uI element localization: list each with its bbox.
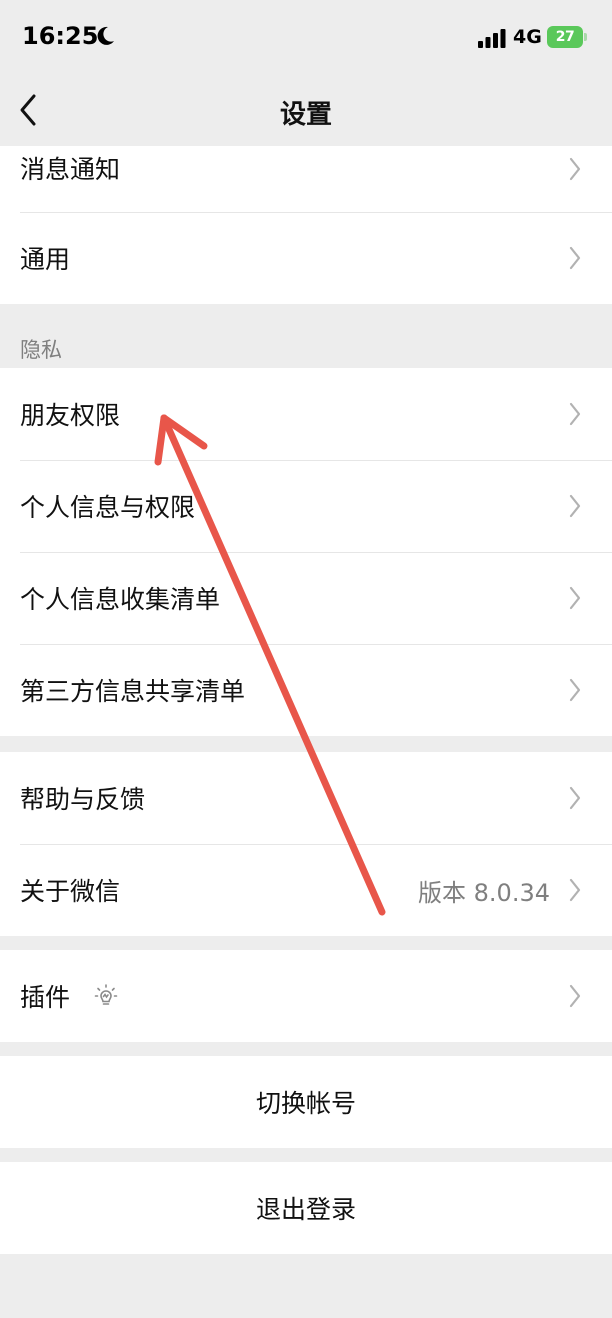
signal-icon bbox=[478, 29, 506, 48]
list-item-info-collection-list[interactable]: 个人信息收集清单 bbox=[0, 552, 612, 644]
switch-account-button[interactable]: 切换帐号 bbox=[0, 1056, 612, 1148]
list-item-about-wechat[interactable]: 关于微信 版本 8.0.34 bbox=[0, 844, 612, 936]
row-label: 插件 bbox=[20, 983, 71, 1012]
nav-bar: 设置 bbox=[0, 78, 612, 146]
list-item-third-party-sharing-list[interactable]: 第三方信息共享清单 bbox=[0, 644, 612, 736]
chevron-right-icon bbox=[569, 402, 581, 426]
logout-label: 退出登录 bbox=[255, 1195, 356, 1224]
settings-screen: 16:25 4G 27 设置 消息通知 通用 隐私 朋友权限 个人信息与权限 个… bbox=[0, 0, 612, 1318]
chevron-right-icon bbox=[569, 878, 581, 902]
general-group: 消息通知 通用 bbox=[0, 146, 612, 304]
row-label: 个人信息与权限 bbox=[20, 493, 196, 522]
about-group: 帮助与反馈 关于微信 版本 8.0.34 bbox=[0, 752, 612, 936]
row-label: 帮助与反馈 bbox=[20, 785, 146, 814]
plugins-group: 插件 bbox=[0, 950, 612, 1042]
chevron-right-icon bbox=[569, 586, 581, 610]
row-label: 个人信息收集清单 bbox=[20, 585, 221, 614]
moon-icon bbox=[97, 26, 114, 45]
switch-account-label: 切换帐号 bbox=[255, 1089, 356, 1118]
battery-nub bbox=[584, 33, 587, 41]
row-label: 关于微信 bbox=[20, 877, 121, 906]
chevron-right-icon bbox=[569, 494, 581, 518]
battery-icon: 27 bbox=[547, 26, 587, 48]
status-bar: 16:25 4G 27 bbox=[0, 0, 612, 78]
list-item-plugins[interactable]: 插件 bbox=[0, 950, 612, 1042]
section-header-privacy: 隐私 bbox=[20, 338, 62, 362]
status-time: 16:25 bbox=[22, 22, 99, 50]
row-label: 通用 bbox=[20, 245, 71, 274]
page-title: 设置 bbox=[279, 100, 332, 130]
list-item-friend-permissions[interactable]: 朋友权限 bbox=[0, 368, 612, 460]
version-value: 版本 8.0.34 bbox=[418, 878, 550, 907]
chevron-right-icon bbox=[569, 157, 581, 181]
row-label: 第三方信息共享清单 bbox=[20, 677, 246, 706]
row-label: 消息通知 bbox=[20, 155, 121, 184]
list-item-general[interactable]: 通用 bbox=[0, 212, 612, 304]
lightbulb-icon bbox=[94, 984, 118, 1005]
chevron-right-icon bbox=[569, 246, 581, 270]
row-label: 朋友权限 bbox=[20, 401, 121, 430]
privacy-group: 朋友权限 个人信息与权限 个人信息收集清单 第三方信息共享清单 bbox=[0, 368, 612, 736]
network-label: 4G bbox=[513, 26, 542, 48]
chevron-right-icon bbox=[569, 786, 581, 810]
battery-level: 27 bbox=[555, 29, 575, 45]
battery-body: 27 bbox=[547, 26, 583, 48]
logout-button[interactable]: 退出登录 bbox=[0, 1162, 612, 1254]
chevron-right-icon bbox=[569, 678, 581, 702]
list-item-notifications[interactable]: 消息通知 bbox=[0, 146, 612, 212]
chevron-right-icon bbox=[569, 984, 581, 1008]
list-item-help-feedback[interactable]: 帮助与反馈 bbox=[0, 752, 612, 844]
list-item-personal-info-permissions[interactable]: 个人信息与权限 bbox=[0, 460, 612, 552]
